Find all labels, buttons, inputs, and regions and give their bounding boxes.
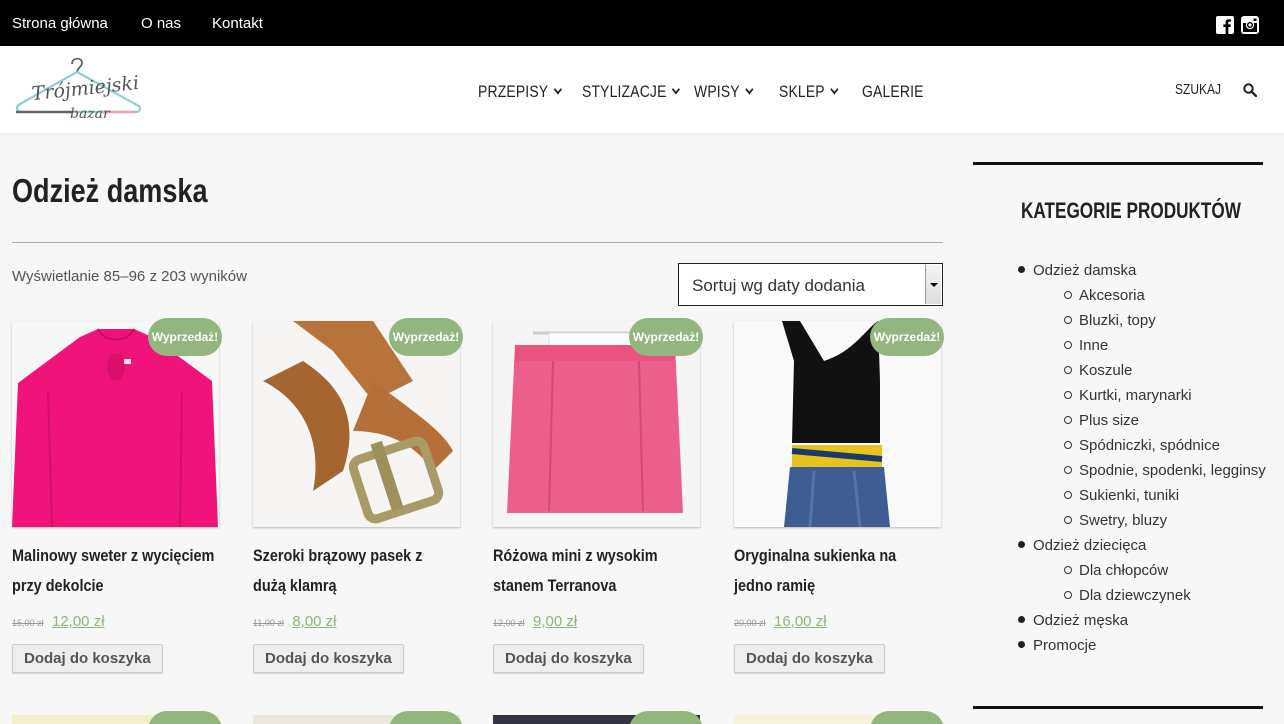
category-item[interactable]: Odzież damska Akcesoria Bluzki, topy Inn… (1017, 258, 1266, 533)
product-title[interactable]: Różowa mini z wysokim stanem Terranova (493, 541, 706, 601)
old-price: 11,00 zł (253, 618, 284, 628)
sale-badge (870, 711, 944, 724)
product-price: 20,00 zł 16,00 zł (734, 613, 827, 631)
product-card[interactable] (253, 711, 463, 724)
old-price: 15,00 zł (12, 618, 44, 628)
sale-badge (148, 711, 222, 724)
nav-label: GALERIE (862, 82, 924, 101)
sale-price: 8,00 zł (292, 613, 337, 630)
sidebar-divider (973, 162, 1263, 165)
topbar-link-about[interactable]: O nas (141, 15, 181, 32)
category-label[interactable]: Promocje (1033, 637, 1096, 654)
category-label[interactable]: Odzież damska (1033, 262, 1136, 279)
product-title[interactable]: Oryginalna sukienka na jedno ramię (734, 541, 925, 601)
site-logo[interactable]: Trójmiejski bazar (12, 54, 144, 124)
subcategory-item[interactable]: Dla dziewczynek (1033, 583, 1266, 608)
sale-badge: Wyprzedaż! (389, 318, 463, 356)
subcategory-item[interactable]: Kurtki, marynarki (1033, 383, 1266, 408)
add-to-cart-button[interactable]: Dodaj do koszyka (253, 644, 404, 673)
sale-badge (629, 711, 703, 724)
category-label[interactable]: Odzież dziecięca (1033, 537, 1146, 554)
divider (12, 242, 943, 243)
chevron-down-icon (553, 84, 562, 95)
widget-title: KATEGORIE PRODUKTÓW (1021, 198, 1241, 223)
subcategory-item[interactable]: Sukienki, tuniki (1033, 483, 1266, 508)
subcategory-item[interactable]: Inne (1033, 333, 1266, 358)
sale-badge: Wyprzedaż! (870, 318, 944, 356)
nav-label: STYLIZACJE (582, 82, 667, 101)
subcategory-item[interactable]: Koszule (1033, 358, 1266, 383)
category-item[interactable]: Promocje (1017, 633, 1266, 658)
old-price: 20,00 zł (734, 618, 766, 628)
product-title[interactable]: Szeroki brązowy pasek z dużą klamrą (253, 541, 423, 601)
nav-item-stylizacje[interactable]: STYLIZACJE (582, 82, 681, 102)
chevron-down-icon (745, 84, 754, 95)
nav-item-wpisy[interactable]: WPISY (694, 82, 754, 102)
top-bar: Strona główna O nas Kontakt (0, 0, 1284, 46)
product-price: 12,00 zł 9,00 zł (493, 613, 577, 631)
subcategory-item[interactable]: Spódniczki, spódnice (1033, 433, 1266, 458)
category-item[interactable]: Odzież dziecięca Dla chłopców Dla dziewc… (1017, 533, 1266, 608)
product-price: 11,00 zł 8,00 zł (253, 613, 337, 631)
dropdown-arrow-icon[interactable] (925, 265, 941, 304)
subcategory-item[interactable]: Spodnie, spodenki, legginsy (1033, 458, 1266, 483)
nav-label: SKLEP (779, 82, 825, 101)
category-list: Odzież damska Akcesoria Bluzki, topy Inn… (1017, 258, 1266, 658)
subcategory-item[interactable]: Dla chłopców (1033, 558, 1266, 583)
sort-select[interactable]: Sortuj wg daty dodania (678, 263, 943, 306)
nav-item-sklep[interactable]: SKLEP (779, 82, 839, 102)
add-to-cart-button[interactable]: Dodaj do koszyka (12, 644, 163, 673)
nav-label: WPISY (694, 82, 740, 101)
product-card[interactable] (493, 711, 703, 724)
subcategory-item[interactable]: Plus size (1033, 408, 1266, 433)
nav-item-galerie[interactable]: GALERIE (862, 82, 924, 102)
sale-price: 16,00 zł (773, 613, 827, 630)
facebook-icon[interactable] (1216, 16, 1234, 34)
subcategory-item[interactable]: Swetry, bluzy (1033, 508, 1266, 533)
product-title[interactable]: Malinowy sweter z wycięciem przy dekolci… (12, 541, 221, 601)
subcategory-item[interactable]: Bluzki, topy (1033, 308, 1266, 333)
add-to-cart-button[interactable]: Dodaj do koszyka (734, 644, 885, 673)
sale-badge (389, 711, 463, 724)
search-label[interactable]: SZUKAJ (1175, 81, 1221, 98)
result-count: Wyświetlanie 85–96 z 203 wyników (12, 268, 247, 285)
add-to-cart-button[interactable]: Dodaj do koszyka (493, 644, 644, 673)
old-price: 12,00 zł (493, 618, 525, 628)
sort-selected-value: Sortuj wg daty dodania (692, 276, 865, 295)
product-card[interactable] (734, 711, 944, 724)
topbar-link-home[interactable]: Strona główna (12, 15, 108, 32)
nav-item-przepisy[interactable]: PRZEPISY (478, 82, 562, 102)
page-title: Odzież damska (12, 172, 208, 209)
instagram-icon[interactable] (1241, 16, 1259, 34)
product-card[interactable] (12, 711, 222, 724)
search-icon[interactable] (1243, 83, 1257, 97)
category-item[interactable]: Odzież męska (1017, 608, 1266, 633)
nav-label: PRZEPISY (478, 82, 549, 101)
logo-text-2: bazar (70, 106, 111, 122)
subcategory-item[interactable]: Akcesoria (1033, 283, 1266, 308)
sale-price: 9,00 zł (532, 613, 578, 630)
logo-text-1: Trójmiejski (31, 72, 140, 105)
sidebar-divider (973, 706, 1263, 709)
product-price: 15,00 zł 12,00 zł (12, 613, 105, 631)
topbar-link-contact[interactable]: Kontakt (212, 15, 263, 32)
sale-price: 12,00 zł (51, 613, 105, 630)
chevron-down-icon (671, 84, 681, 95)
site-header: Trójmiejski bazar PRZEPISY STYLIZACJE WP… (0, 46, 1284, 133)
chevron-down-icon (830, 84, 839, 95)
sale-badge: Wyprzedaż! (148, 318, 222, 356)
sale-badge: Wyprzedaż! (629, 318, 703, 356)
category-label[interactable]: Odzież męska (1033, 612, 1128, 629)
